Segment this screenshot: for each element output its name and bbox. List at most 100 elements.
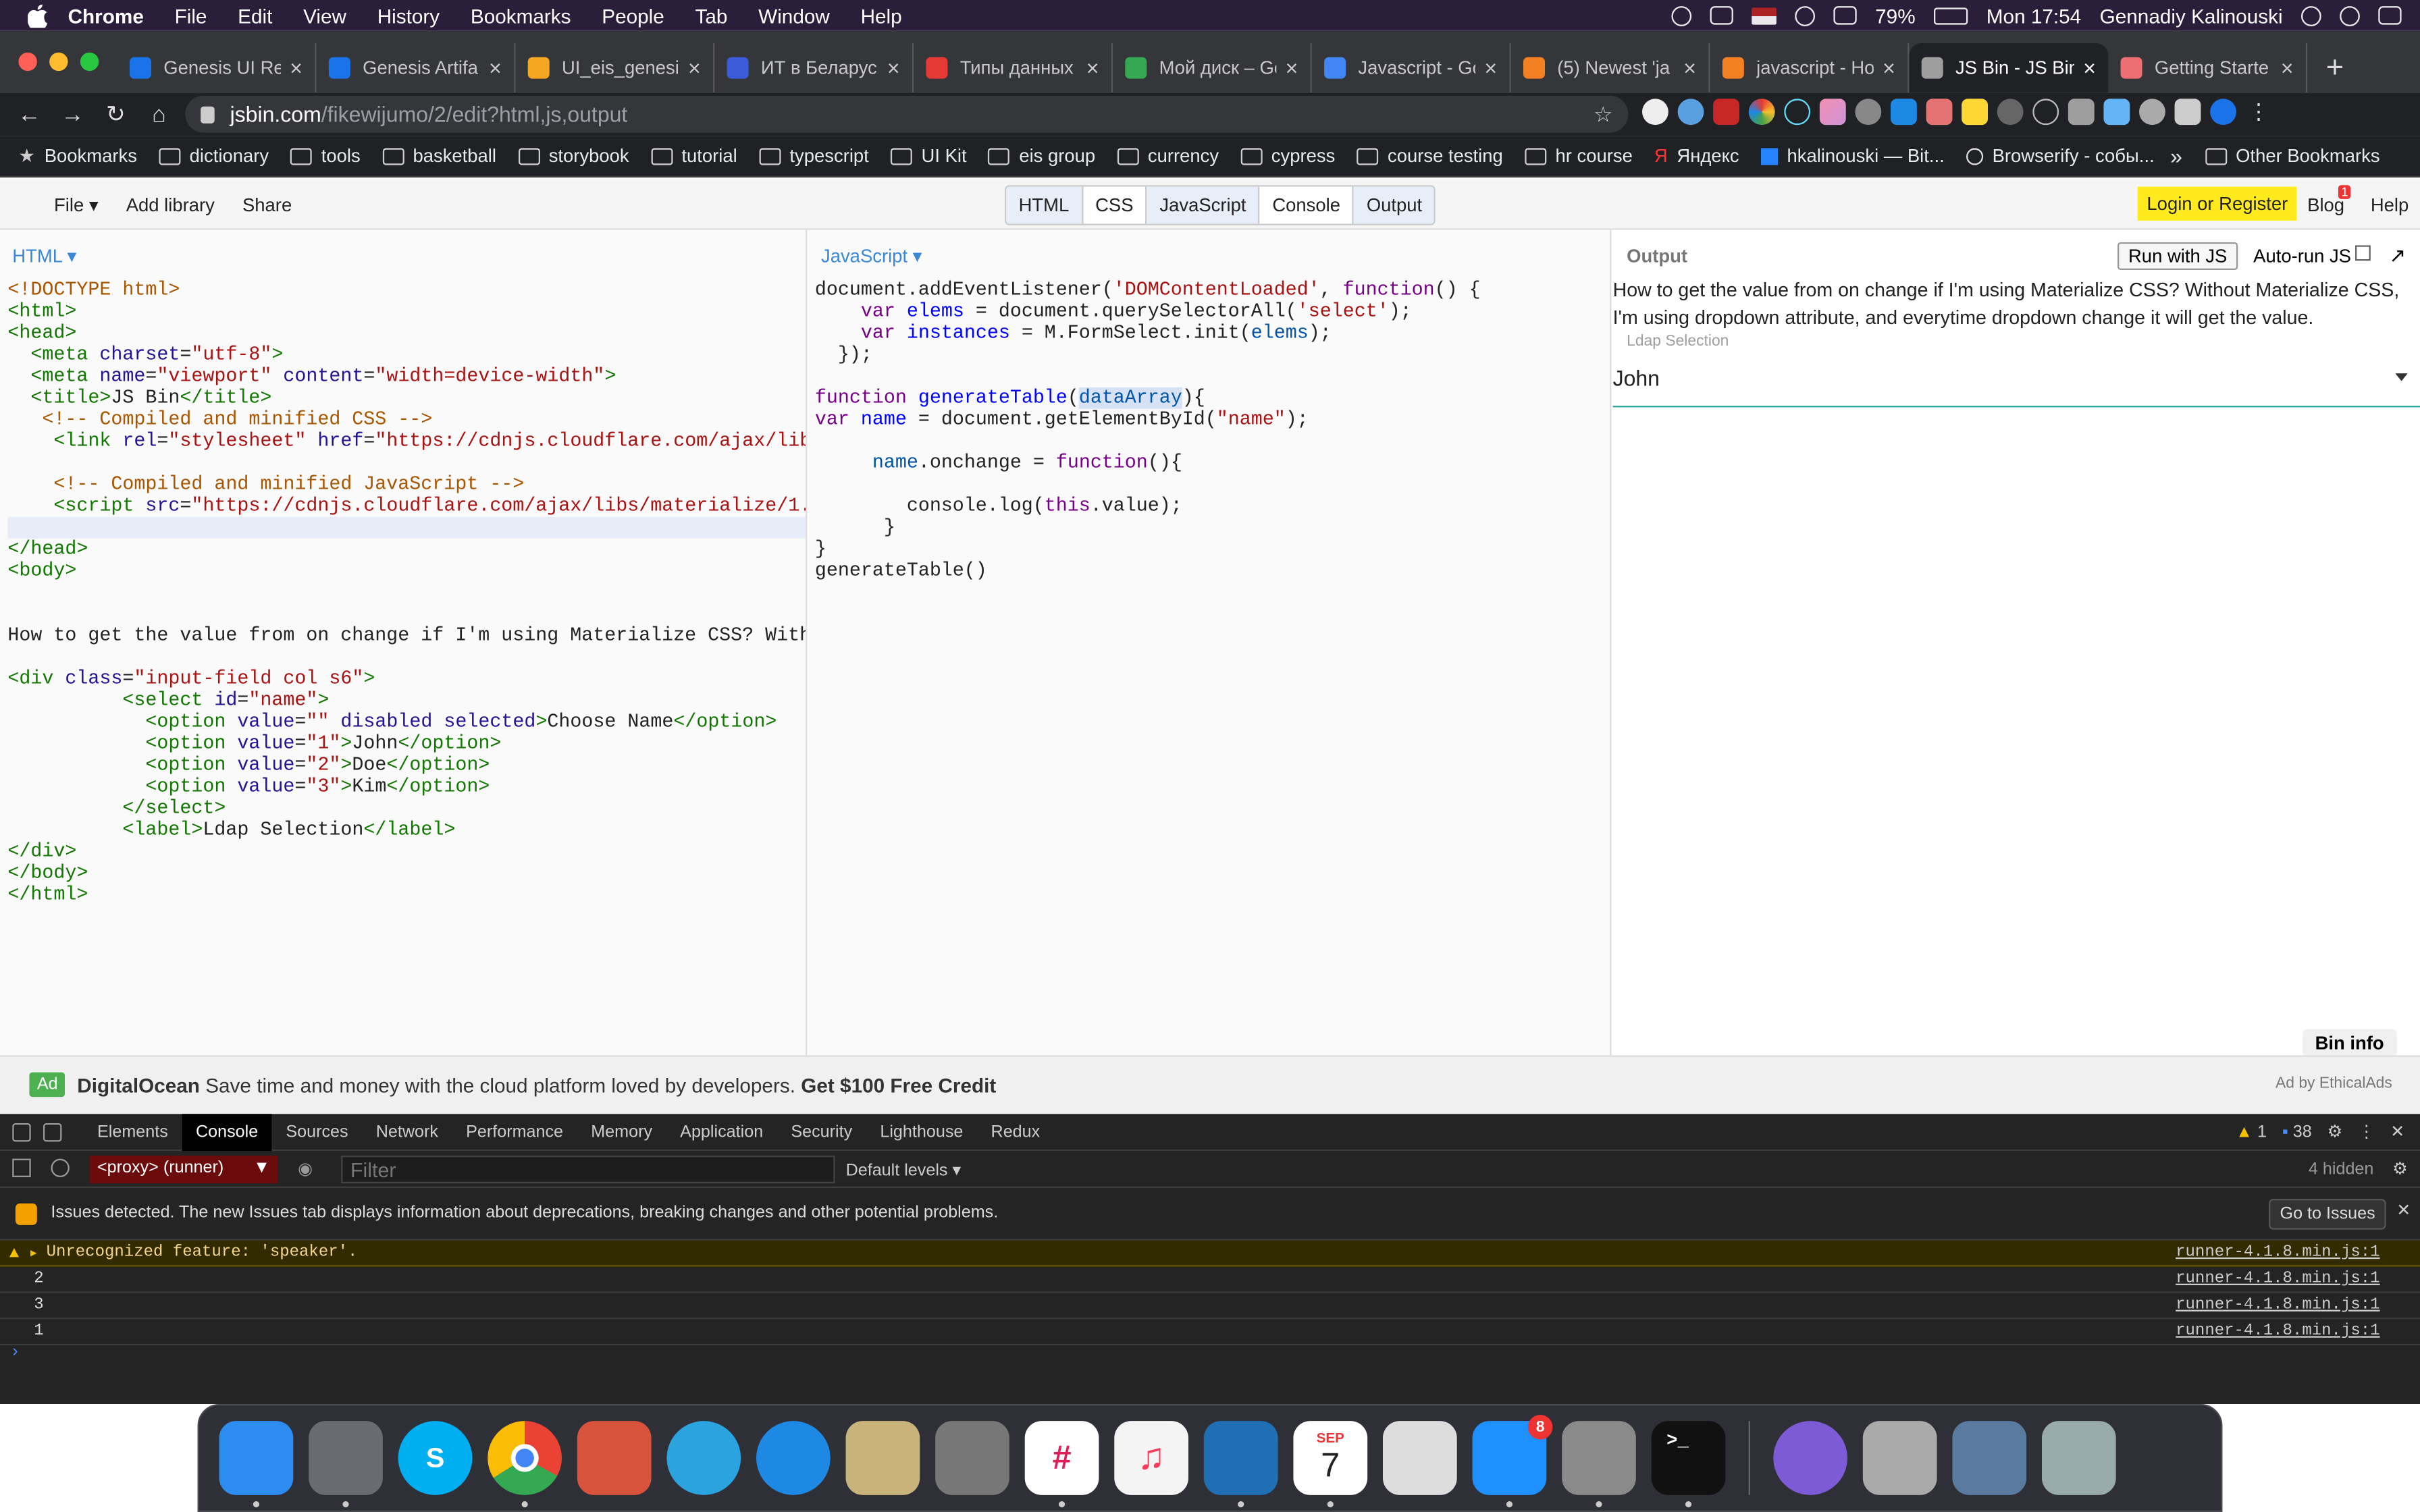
browser-tab[interactable]: javascript - Ho × (1710, 43, 1910, 93)
browser-tab[interactable]: Getting Starte × (2108, 43, 2308, 93)
music-icon[interactable]: ♫ (1114, 1421, 1189, 1495)
keyboard-icon[interactable] (1710, 6, 1733, 25)
bookmark-folder[interactable]: UI Kit (890, 145, 967, 167)
image-capture-icon[interactable] (1862, 1421, 1937, 1495)
close-tab-icon[interactable]: × (1086, 55, 1099, 80)
share-button[interactable]: Share (242, 194, 292, 216)
html-panel-label[interactable]: HTML ▾ (12, 245, 76, 267)
bookmark-folder[interactable]: hr course (1524, 145, 1633, 167)
trash-icon[interactable] (2042, 1421, 2116, 1495)
bookmarks-item[interactable]: ★ Bookmarks (18, 145, 137, 167)
close-tab-icon[interactable]: × (2083, 55, 2096, 80)
other-bookmarks[interactable]: Other Bookmarks (2205, 145, 2380, 167)
home-icon[interactable]: ⌂ (137, 101, 180, 128)
devtools-tab[interactable]: Sources (272, 1113, 362, 1150)
new-tab-button[interactable]: + (2307, 43, 2363, 92)
close-tab-icon[interactable]: × (1683, 55, 1696, 80)
browser-tab[interactable]: Мой диск – Go × (1113, 43, 1312, 93)
lock-icon[interactable] (201, 105, 215, 123)
bookmark-folder[interactable]: basketball (382, 145, 496, 167)
extension-icon[interactable] (1642, 99, 1668, 126)
puzzle-icon[interactable] (2174, 99, 2201, 126)
log-levels-dropdown[interactable]: Default levels ▾ (846, 1160, 962, 1180)
add-library-button[interactable]: Add library (126, 194, 215, 216)
bookmark-folder[interactable]: course testing (1357, 145, 1503, 167)
devtools-tab[interactable]: Memory (577, 1113, 666, 1150)
devtools-tab[interactable]: Application (666, 1113, 777, 1150)
devtools-tab[interactable]: Network (362, 1113, 452, 1150)
help-link[interactable]: Help (2371, 194, 2409, 216)
bookmark-browserify[interactable]: Browserify - собы... (1966, 145, 2155, 167)
forward-arrow-icon[interactable]: → (51, 101, 94, 128)
browser-tab[interactable]: Genesis UI Re × (117, 43, 317, 93)
address-bar[interactable]: jsbin.com/fikewijumo/2/edit?html,js,outp… (185, 95, 1629, 133)
close-tab-icon[interactable]: × (1286, 55, 1298, 80)
settings-gear-icon[interactable]: ⚙ (2327, 1122, 2343, 1141)
bookmark-folder[interactable]: currency (1117, 145, 1219, 167)
ad-banner[interactable]: Ad DigitalOcean Save time and money with… (0, 1055, 2420, 1114)
jsbin-file-menu[interactable]: File ▾ (54, 194, 99, 216)
extension-icon[interactable] (2032, 99, 2059, 126)
bookmark-folder[interactable]: eis group (988, 145, 1095, 167)
toggle-output[interactable]: Output (1354, 186, 1435, 224)
browser-tab[interactable]: JS Bin - JS Bin × (1909, 43, 2109, 93)
blog-link[interactable]: Blog 1 (2307, 185, 2352, 216)
extension-icon[interactable] (1819, 99, 1846, 126)
close-tab-icon[interactable]: × (1484, 55, 1497, 80)
slack-icon[interactable]: # (1024, 1421, 1099, 1508)
launchpad-icon[interactable] (309, 1421, 383, 1508)
bookmark-folder[interactable]: dictionary (158, 145, 269, 167)
input-source-flag-icon[interactable] (1752, 7, 1777, 24)
profile-avatar[interactable] (2210, 99, 2237, 126)
control-center-icon[interactable] (2378, 6, 2402, 25)
inspect-element-icon[interactable] (12, 1122, 31, 1141)
devtools-tab[interactable]: Redux (977, 1113, 1054, 1150)
extension-icon[interactable] (1891, 99, 1917, 126)
close-tab-icon[interactable]: × (688, 55, 701, 80)
close-devtools-icon[interactable]: ✕ (2390, 1122, 2404, 1141)
extension-icon[interactable] (2139, 99, 2165, 126)
extension-icon[interactable] (1997, 99, 2024, 126)
terminal-icon[interactable]: >_ (1651, 1421, 1726, 1508)
menu-people[interactable]: People (602, 4, 664, 27)
bookmark-bitbucket[interactable]: hkalinouski — Bit... (1760, 145, 1945, 167)
user-name[interactable]: Gennadiy Kalinouski (2100, 4, 2283, 27)
bookmark-folder[interactable]: typescript (758, 145, 869, 167)
vscode-icon[interactable] (1203, 1421, 1278, 1508)
devtools-tab[interactable]: Performance (452, 1113, 577, 1150)
react-devtools-icon[interactable] (1784, 99, 1811, 126)
browser-tab[interactable]: Javascript - Go × (1312, 43, 1511, 93)
zoom-window-button[interactable] (80, 52, 99, 72)
menu-file[interactable]: File (175, 4, 207, 27)
menu-bookmarks[interactable]: Bookmarks (471, 4, 571, 27)
finder-icon[interactable] (219, 1421, 294, 1508)
menu-kebab-icon[interactable]: ⋮ (2246, 99, 2272, 125)
devtools-tab[interactable]: Lighthouse (866, 1113, 977, 1150)
warning-count[interactable]: ▲ 1 (2236, 1123, 2267, 1141)
toggle-javascript[interactable]: JavaScript (1147, 186, 1261, 224)
extension-icon[interactable] (1713, 99, 1739, 126)
chrome-icon[interactable] (488, 1421, 562, 1508)
skype-icon[interactable]: S (398, 1421, 473, 1495)
menu-tab[interactable]: Tab (695, 4, 728, 27)
dropdown-caret-icon[interactable] (2395, 373, 2408, 381)
extension-icon[interactable] (1962, 99, 1989, 126)
spotlight-icon[interactable] (2301, 5, 2321, 26)
login-button[interactable]: Login or Register (2137, 186, 2298, 221)
menu-help[interactable]: Help (861, 4, 902, 27)
clock[interactable]: Mon 17:54 (1987, 4, 2081, 27)
javascript-editor-pane[interactable]: JavaScript ▾ document.addEventListener('… (808, 230, 1612, 1056)
run-with-js-button[interactable]: Run with JS (2118, 242, 2238, 271)
close-tab-icon[interactable]: × (1883, 55, 1895, 80)
url-text[interactable]: jsbin.com/fikewijumo/2/edit?html,js,outp… (230, 102, 628, 127)
app-store-icon[interactable]: 8 (1472, 1415, 1553, 1508)
html-editor-pane[interactable]: HTML ▾ <!DOCTYPE html> <html> <head> <meta… (0, 230, 808, 1056)
sidebar-toggle-icon[interactable] (12, 1158, 31, 1178)
browser-tab[interactable]: ИТ в Беларусь × (714, 43, 914, 93)
battery-icon[interactable] (1934, 7, 1968, 24)
bin-info-button[interactable]: Bin info (2303, 1029, 2396, 1056)
browser-tab[interactable]: (5) Newest 'ja × (1511, 43, 1710, 93)
ad-attribution[interactable]: Ad by EthicalAds (2276, 1075, 2392, 1092)
extension-icon[interactable] (2103, 99, 2130, 126)
close-tab-icon[interactable]: × (489, 55, 502, 80)
